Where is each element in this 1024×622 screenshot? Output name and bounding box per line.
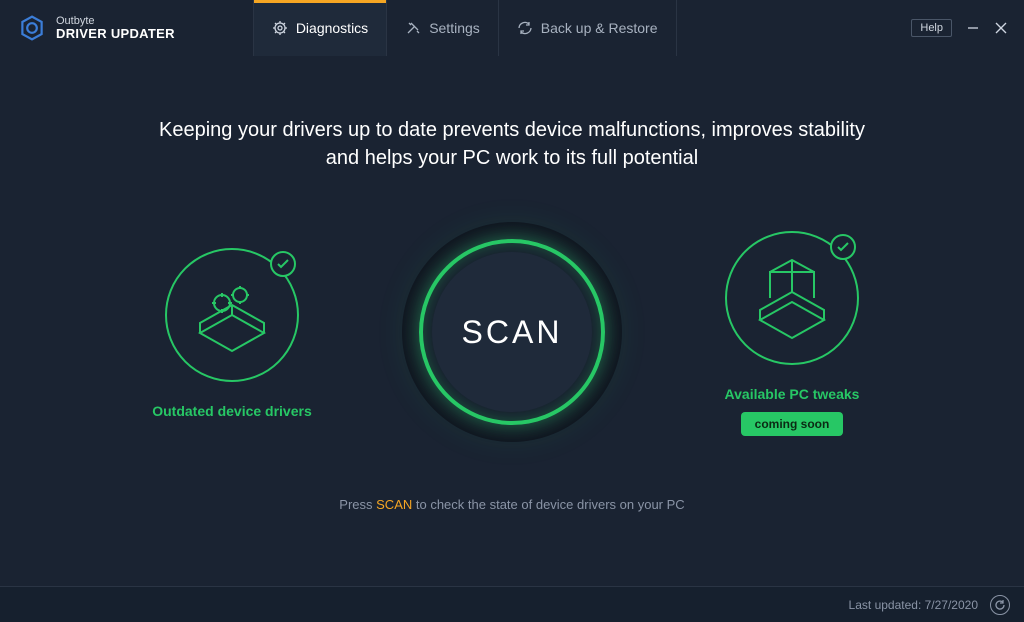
pc-tweaks-label: Available PC tweaks	[725, 386, 860, 402]
refresh-icon	[994, 599, 1006, 611]
outbyte-logo-icon	[18, 14, 46, 42]
status-row: Outdated device drivers SCAN	[0, 222, 1024, 442]
close-button[interactable]	[994, 21, 1008, 35]
outdated-drivers-label: Outdated device drivers	[152, 403, 312, 419]
headline-line2: and helps your PC work to its full poten…	[326, 147, 698, 169]
window-controls: Help	[911, 19, 1024, 37]
last-updated: Last updated: 7/27/2020	[849, 598, 978, 612]
scan-button[interactable]: SCAN	[402, 222, 622, 442]
tab-label: Diagnostics	[296, 20, 368, 36]
hint-prefix: Press	[339, 497, 376, 512]
hint-text: Press SCAN to check the state of device …	[0, 497, 1024, 512]
hint-suffix: to check the state of device drivers on …	[412, 497, 684, 512]
check-badge-icon	[270, 251, 296, 277]
pc-tweaks-card: Available PC tweaks coming soon	[692, 228, 892, 436]
tab-label: Back up & Restore	[541, 20, 658, 36]
product-name: DRIVER UPDATER	[56, 27, 175, 41]
check-badge-icon	[830, 234, 856, 260]
main-tabs: Diagnostics Settings Back up & Restore	[253, 0, 677, 56]
title-bar: Outbyte DRIVER UPDATER Diagnostics Setti…	[0, 0, 1024, 56]
minimize-button[interactable]	[966, 21, 980, 35]
sync-icon	[517, 20, 533, 36]
headline: Keeping your drivers up to date prevents…	[152, 116, 872, 172]
scan-label: SCAN	[462, 314, 563, 351]
tab-settings[interactable]: Settings	[386, 0, 498, 56]
app-logo: Outbyte DRIVER UPDATER	[0, 14, 193, 42]
gear-icon	[272, 20, 288, 36]
tab-label: Settings	[429, 20, 480, 36]
close-icon	[995, 22, 1007, 34]
main-content: Keeping your drivers up to date prevents…	[0, 56, 1024, 512]
minimize-icon	[967, 22, 979, 34]
tab-backup-restore[interactable]: Back up & Restore	[498, 0, 677, 56]
tools-icon	[405, 20, 421, 36]
refresh-button[interactable]	[990, 595, 1010, 615]
hint-accent: SCAN	[376, 497, 412, 512]
coming-soon-badge: coming soon	[741, 412, 844, 436]
last-updated-label: Last updated:	[849, 598, 925, 612]
status-bar: Last updated: 7/27/2020	[0, 586, 1024, 622]
help-button[interactable]: Help	[911, 19, 952, 37]
headline-line1: Keeping your drivers up to date prevents…	[159, 119, 865, 141]
tab-diagnostics[interactable]: Diagnostics	[253, 0, 386, 56]
last-updated-value: 7/27/2020	[925, 598, 978, 612]
outdated-drivers-card: Outdated device drivers	[132, 245, 332, 419]
